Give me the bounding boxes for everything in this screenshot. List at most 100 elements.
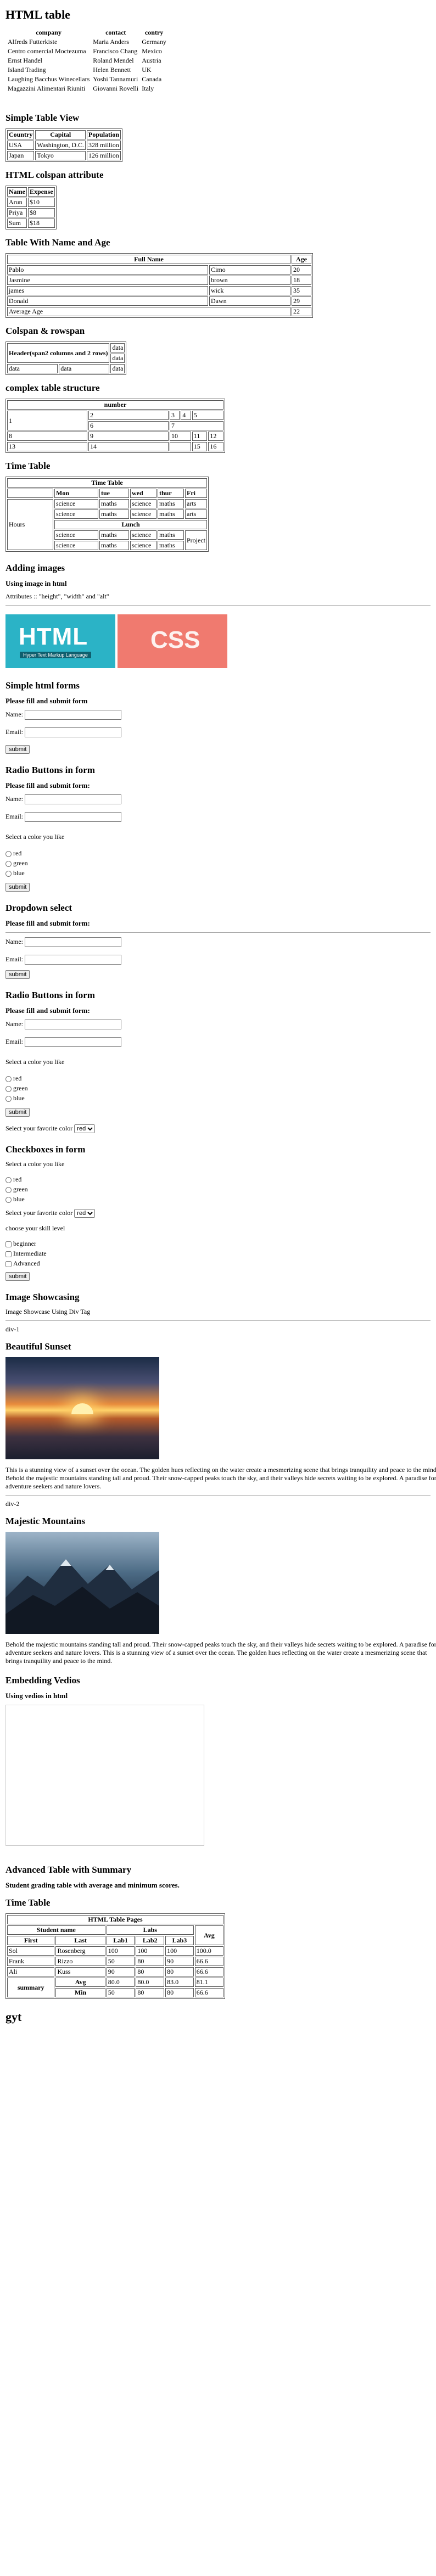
table-cell: maths — [158, 509, 184, 519]
table-cell: maths — [99, 541, 129, 550]
complex-table: number 1 2 3 4 5 6 7 8 9 10 11 12 13 14 … — [5, 399, 225, 453]
table-row: summary Avg 80.0 80.0 83.0 81.1 — [7, 1978, 223, 1997]
table-cell: 90 — [106, 1967, 135, 1976]
table-row: Priya $8 — [7, 208, 55, 217]
submit-button[interactable]: submit — [5, 1108, 30, 1117]
submit-button[interactable]: submit — [5, 1272, 30, 1281]
simple-forms-subtitle: Please fill and submit form — [5, 697, 88, 705]
name-input[interactable] — [25, 710, 121, 720]
table-header: Age — [292, 255, 311, 264]
name-input[interactable] — [25, 794, 121, 804]
html-table-title: HTML table — [5, 8, 70, 21]
table-cell: science — [54, 509, 98, 519]
images-title: Adding images — [5, 563, 65, 573]
table-cell: Yoshi Tannamuri — [93, 75, 138, 83]
table-header: Student name — [7, 1925, 105, 1935]
table-row: 13 14 15 16 — [7, 442, 223, 451]
email-input[interactable] — [25, 812, 121, 822]
radio-label: green — [13, 859, 28, 867]
table-cell: maths — [158, 541, 184, 550]
table-cell: Ernst Handel — [8, 57, 42, 64]
email-input[interactable] — [25, 1037, 121, 1047]
table-caption: HTML Table Pages — [7, 1915, 223, 1924]
table-row: data data data — [7, 364, 125, 373]
table-cell: Rizzo — [55, 1957, 105, 1966]
table-cell: 50 — [106, 1957, 135, 1966]
favorite-color-label: Select your favorite color — [5, 1209, 73, 1217]
table-header: company — [36, 29, 62, 36]
time-table: Time Table Mon tue wed thur Fri Hours sc… — [5, 477, 209, 552]
div2-label: div-2 — [5, 1500, 20, 1508]
radio-label: blue — [13, 1094, 25, 1102]
submit-button[interactable]: submit — [5, 883, 30, 892]
table-cell: Donald — [7, 296, 208, 306]
video-player[interactable] — [5, 1705, 204, 1846]
radio-green[interactable] — [5, 860, 12, 867]
name-input[interactable] — [25, 937, 121, 947]
radio-blue[interactable] — [5, 1196, 12, 1203]
table-header: contact — [105, 29, 126, 36]
radio-blue[interactable] — [5, 1095, 12, 1102]
table-cell: 10 — [170, 432, 191, 441]
radio-red[interactable] — [5, 1076, 12, 1082]
checkbox-intermediate[interactable] — [5, 1251, 12, 1257]
table-row: Donald Dawn 29 — [7, 296, 311, 306]
table-cell: science — [54, 499, 98, 508]
color-prompt: Select a color you like — [5, 833, 65, 841]
table-cell: 29 — [292, 296, 311, 306]
radio-label: red — [13, 849, 22, 857]
table-cell: Cimo — [209, 265, 290, 275]
table-cell: Austria — [142, 57, 161, 64]
table-cell: 100 — [136, 1946, 165, 1956]
submit-button[interactable]: submit — [5, 745, 30, 754]
table-cell: arts — [185, 509, 207, 519]
table-cell: Rosenberg — [55, 1946, 105, 1956]
table-cell: 80 — [136, 1988, 165, 1997]
table-cell: data — [110, 343, 125, 352]
email-input[interactable] — [25, 955, 121, 965]
radio-red[interactable] — [5, 850, 12, 857]
radio-red[interactable] — [5, 1177, 12, 1183]
table-cell: science — [54, 541, 98, 550]
images-attributes: Attributes :: "height", "width" and "alt… — [5, 592, 109, 600]
table-cell: Ali — [7, 1967, 55, 1976]
radio-green[interactable] — [5, 1186, 12, 1193]
email-label: Email: — [5, 728, 23, 736]
favorite-color-label: Select your favorite color — [5, 1124, 73, 1132]
name-input[interactable] — [25, 1020, 121, 1029]
table-cell: Sol — [7, 1946, 55, 1956]
radio-green[interactable] — [5, 1085, 12, 1092]
table-cell: $18 — [28, 219, 55, 228]
sunset-image — [5, 1357, 159, 1459]
table-cell: 35 — [292, 286, 311, 295]
table-row: Jasmine brown 18 — [7, 276, 311, 285]
table-header: Lab1 — [106, 1936, 135, 1945]
summary-time-title: Time Table — [5, 1897, 51, 1908]
radio-label: green — [13, 1084, 28, 1092]
color-prompt: Select a color you like — [5, 1058, 65, 1066]
table-cell: 8 — [7, 432, 87, 441]
favorite-color-select[interactable]: red — [74, 1124, 96, 1133]
name-label: Name: — [5, 710, 23, 718]
table-header: thur — [158, 489, 184, 498]
email-label: Email: — [5, 955, 23, 963]
email-input[interactable] — [25, 727, 121, 737]
favorite-color-select[interactable]: red — [74, 1209, 96, 1218]
email-label: Email: — [5, 1038, 23, 1045]
table-cell: Jasmine — [7, 276, 208, 285]
table-cell: data — [110, 354, 125, 363]
summary-subtitle: Student grading table with average and m… — [5, 1881, 180, 1889]
table-cell: Island Trading — [8, 66, 46, 74]
table-header: contry — [144, 29, 164, 36]
table-cell — [170, 442, 191, 451]
table-header: number — [7, 400, 223, 410]
table-header: Population — [87, 130, 121, 139]
checkbox-beginner[interactable] — [5, 1241, 12, 1247]
radio-blue[interactable] — [5, 870, 12, 877]
checkbox-advanced[interactable] — [5, 1261, 12, 1267]
table-header: Avg — [194, 1925, 223, 1945]
divider — [5, 1320, 431, 1321]
submit-button[interactable]: submit — [5, 970, 30, 979]
table-cell: maths — [99, 530, 129, 540]
radio-label: blue — [13, 869, 25, 877]
